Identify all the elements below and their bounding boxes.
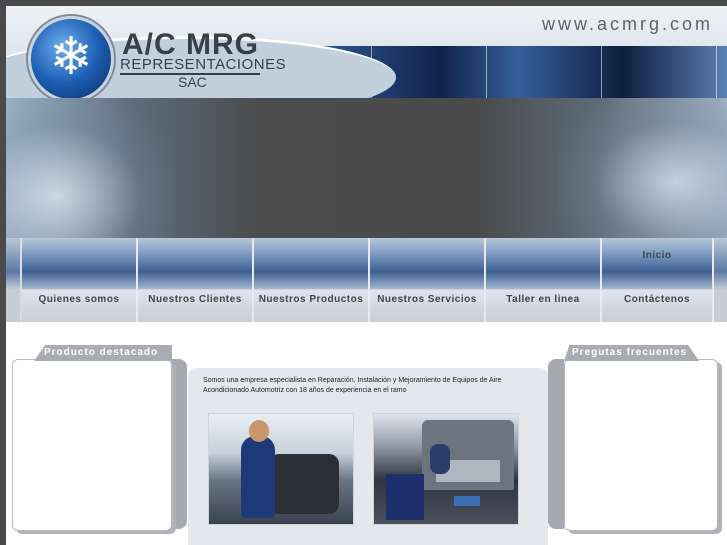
nav-item-nuestros-clientes[interactable]: Nuestros Clientes (138, 238, 252, 322)
brand-suffix: SAC (178, 74, 207, 90)
nav-item-nuestros-productos[interactable]: Nuestros Productos (254, 238, 368, 322)
nav-item-label: Nuestros Productos (258, 294, 364, 305)
nav-item-quienes-somos[interactable]: Quienes somos (22, 238, 136, 322)
company-intro-text: Somos una empresa especialista en Repara… (203, 377, 502, 394)
technician-photo-truck[interactable] (373, 413, 519, 525)
faq-panel (564, 359, 718, 531)
website-url: www.acmrg.com (542, 14, 714, 34)
technician-photo-radiator[interactable] (208, 413, 354, 525)
hero-banner (6, 98, 727, 238)
faq-title[interactable]: Pregutas frecuentes (564, 345, 699, 361)
brand-subtitle: REPRESENTACIONES (120, 56, 287, 73)
right-panel-strip (548, 359, 564, 529)
nav-item-label: Nuestros Servicios (377, 294, 477, 305)
nav-item-label: Taller en linea (506, 294, 580, 305)
hero-fog-left (6, 98, 176, 238)
nav-item-label: Contáctenos (623, 294, 691, 305)
page-frame: ❄ A/C MRG REPRESENTACIONES SAC www.acmrg… (6, 6, 727, 545)
main-navigation: Quienes somos Nuestros Clientes Nuestros… (6, 238, 727, 322)
site-header: ❄ A/C MRG REPRESENTACIONES SAC www.acmrg… (6, 6, 727, 119)
nav-item-nuestros-servicios[interactable]: Nuestros Servicios (370, 238, 484, 322)
nav-item-label: Nuestros Clientes (148, 294, 242, 305)
featured-product-title: Producto destacado (34, 345, 172, 361)
nav-home-link[interactable]: Inicio (602, 250, 712, 261)
nav-item-contactenos[interactable]: Inicio Contáctenos (602, 238, 712, 322)
featured-product-panel (12, 359, 172, 531)
nav-item-taller-en-linea[interactable]: Taller en linea (486, 238, 600, 322)
snowflake-logo-icon[interactable]: ❄ (28, 16, 114, 102)
left-panel-strip (171, 359, 187, 529)
nav-item-label: Quienes somos (38, 294, 120, 305)
hero-fog-right (557, 98, 727, 238)
